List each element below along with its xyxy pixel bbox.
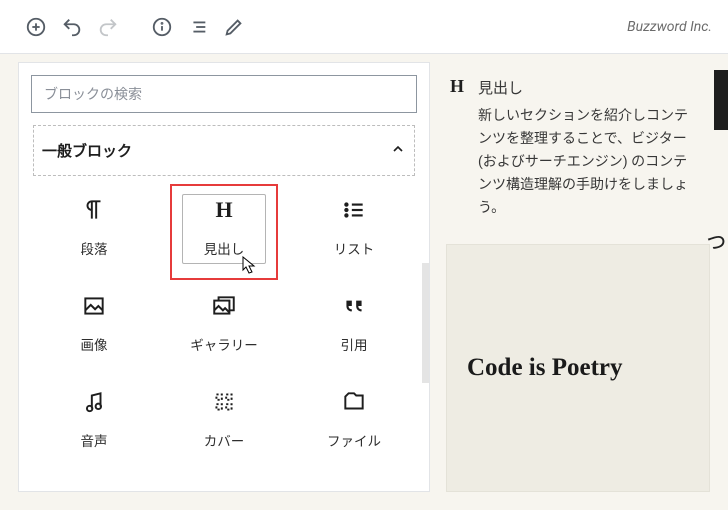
block-search-input[interactable] [31,75,417,113]
heading-content: Code is Poetry [467,354,623,382]
scrollbar[interactable] [422,263,429,383]
general-blocks-section[interactable]: 一般ブロック [33,125,415,176]
file-icon [341,388,367,416]
block-image[interactable]: 画像 [29,292,159,354]
heading-block-preview[interactable]: Code is Poetry [446,244,710,492]
block-label: ギャラリー [190,334,258,354]
block-label: 引用 [341,334,368,354]
image-icon [81,292,107,320]
block-heading[interactable]: H 見出し [159,196,289,258]
block-label: 音声 [81,430,108,450]
outline-button[interactable] [180,9,216,45]
quote-icon [341,292,367,320]
cursor-icon [242,256,258,276]
hint-desc: 新しいセクションを紹介しコンテンツを整理することで、ビジター (およびサーチエン… [478,105,700,220]
hint-title: 見出し [478,76,700,101]
block-label: ファイル [327,430,381,450]
block-file[interactable]: ファイル [289,388,419,450]
block-label: 段落 [81,238,108,258]
block-label: 画像 [81,334,108,354]
paragraph-icon [81,196,107,224]
block-hint: H 見出し 新しいセクションを紹介しコンテンツを整理することで、ビジター (およ… [446,72,710,220]
redo-button[interactable] [90,9,126,45]
block-audio[interactable]: 音声 [29,388,159,450]
block-gallery[interactable]: ギャラリー [159,292,289,354]
section-title: 一般ブロック [42,140,132,161]
block-cover[interactable]: カバー [159,388,289,450]
block-label: カバー [204,430,245,450]
editor-toolbar: Buzzword Inc. [0,0,728,54]
brand-text: Buzzword Inc. [627,19,712,35]
audio-icon [81,388,107,416]
block-list[interactable]: リスト [289,196,419,258]
add-block-button[interactable] [18,9,54,45]
edit-button[interactable] [216,9,252,45]
block-label: リスト [334,238,375,258]
block-paragraph[interactable]: 段落 [29,196,159,258]
gallery-icon [211,292,237,320]
undo-button[interactable] [54,9,90,45]
cover-icon [211,388,237,416]
heading-icon: H [450,76,464,220]
heading-icon: H [215,196,232,224]
chevron-up-icon [390,141,406,161]
list-icon [341,196,367,224]
block-quote[interactable]: 引用 [289,292,419,354]
right-side: H 見出し 新しいセクションを紹介しコンテンツを整理することで、ビジター (およ… [440,54,728,510]
block-inserter-panel: 一般ブロック 段落 H 見出し [18,62,430,492]
block-label: 見出し [204,238,245,258]
info-button[interactable] [144,9,180,45]
